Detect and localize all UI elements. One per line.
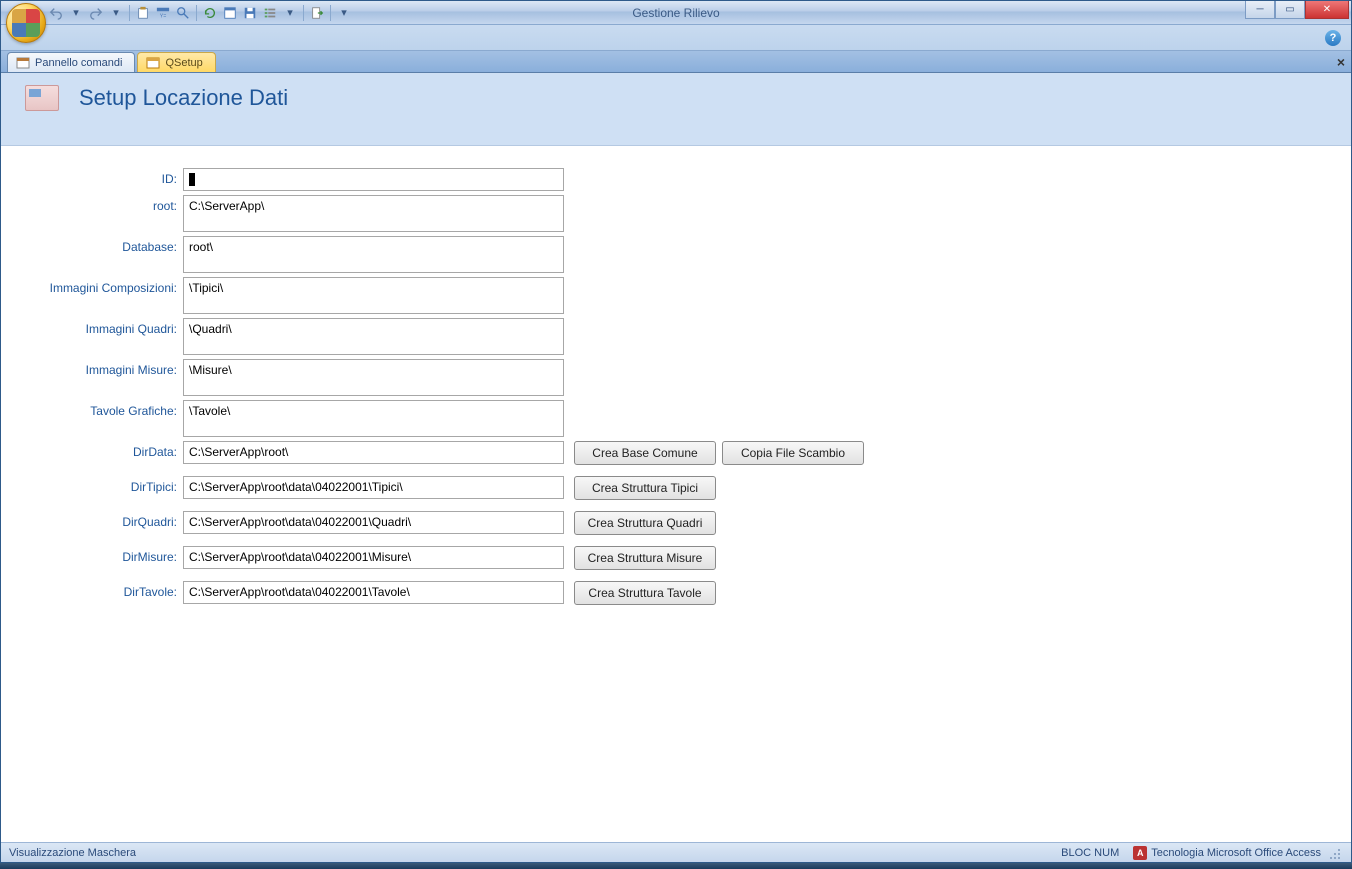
- list-icon[interactable]: [261, 4, 279, 22]
- crea-struttura-misure-button[interactable]: Crea Struttura Misure: [574, 546, 716, 570]
- separator: [330, 5, 331, 21]
- dirmisure-field[interactable]: C:\ServerApp\root\data\04022001\Misure\: [183, 546, 564, 569]
- crea-struttura-quadri-button[interactable]: Crea Struttura Quadri: [574, 511, 716, 535]
- status-technology: A Tecnologia Microsoft Office Access: [1133, 846, 1321, 860]
- status-bloc-num: BLOC NUM: [1061, 847, 1119, 859]
- crea-struttura-tavole-button[interactable]: Crea Struttura Tavole: [574, 581, 716, 605]
- maximize-button[interactable]: ▭: [1275, 1, 1305, 19]
- close-tab-icon[interactable]: ×: [1337, 54, 1345, 70]
- customize-qat-icon[interactable]: ▾: [335, 4, 353, 22]
- immagini-composizioni-field[interactable]: \Tipici\: [183, 277, 564, 314]
- separator: [196, 5, 197, 21]
- export-icon[interactable]: [308, 4, 326, 22]
- text-cursor: [189, 173, 195, 186]
- help-icon[interactable]: ?: [1325, 30, 1341, 46]
- form-icon: [16, 56, 30, 70]
- ribbon-area: ?: [1, 25, 1351, 51]
- label-immagini-quadri: Immagini Quadri:: [1, 318, 183, 337]
- dirtavole-field[interactable]: C:\ServerApp\root\data\04022001\Tavole\: [183, 581, 564, 604]
- dirquadri-field[interactable]: C:\ServerApp\root\data\04022001\Quadri\: [183, 511, 564, 534]
- refresh-icon[interactable]: [201, 4, 219, 22]
- immagini-misure-field[interactable]: \Misure\: [183, 359, 564, 396]
- find-icon[interactable]: [174, 4, 192, 22]
- resize-grip-icon[interactable]: [1329, 846, 1343, 860]
- tab-label: QSetup: [165, 57, 202, 69]
- svg-text:Y=: Y=: [160, 13, 167, 19]
- titlebar: ▾ ▾ Y= ▾ ▾ Gestione Rilievo ─ ▭ ✕: [1, 1, 1351, 25]
- app-window: ▾ ▾ Y= ▾ ▾ Gestione Rilievo ─ ▭ ✕ ?: [0, 0, 1352, 863]
- label-immagini-composizioni: Immagini Composizioni:: [1, 277, 183, 296]
- close-button[interactable]: ✕: [1305, 1, 1349, 19]
- label-tavole-grafiche: Tavole Grafiche:: [1, 400, 183, 419]
- office-button[interactable]: [6, 3, 46, 43]
- save-icon[interactable]: [241, 4, 259, 22]
- dropdown-icon[interactable]: ▾: [281, 4, 299, 22]
- form-header: Setup Locazione Dati: [1, 73, 1351, 146]
- dropdown-icon[interactable]: ▾: [107, 4, 125, 22]
- window-title: Gestione Rilievo: [632, 6, 719, 20]
- root-field[interactable]: C:\ServerApp\: [183, 195, 564, 232]
- tab-pannello-comandi[interactable]: Pannello comandi: [7, 52, 135, 72]
- label-id: ID:: [1, 168, 183, 187]
- label-root: root:: [1, 195, 183, 214]
- label-dirtavole: DirTavole:: [1, 581, 183, 600]
- document-tabstrip: Pannello comandi QSetup ×: [1, 51, 1351, 73]
- label-dirdata: DirData:: [1, 441, 183, 460]
- id-field[interactable]: [183, 168, 564, 191]
- dirtipici-field[interactable]: C:\ServerApp\root\data\04022001\Tipici\: [183, 476, 564, 499]
- separator: [303, 5, 304, 21]
- label-database: Database:: [1, 236, 183, 255]
- form-header-icon: [25, 85, 59, 111]
- window-controls: ─ ▭ ✕: [1245, 1, 1349, 19]
- tab-label: Pannello comandi: [35, 57, 122, 69]
- crea-struttura-tipici-button[interactable]: Crea Struttura Tipici: [574, 476, 716, 500]
- statusbar: Visualizzazione Maschera BLOC NUM A Tecn…: [1, 842, 1351, 862]
- tavole-grafiche-field[interactable]: \Tavole\: [183, 400, 564, 437]
- dropdown-icon[interactable]: ▾: [67, 4, 85, 22]
- undo-icon[interactable]: [47, 4, 65, 22]
- form-icon: [146, 56, 160, 70]
- tab-qsetup[interactable]: QSetup: [137, 52, 215, 72]
- copia-file-scambio-button[interactable]: Copia File Scambio: [722, 441, 864, 465]
- separator: [129, 5, 130, 21]
- database-field[interactable]: root\: [183, 236, 564, 273]
- form-body: ID: root: C:\ServerApp\ Database: root\ …: [1, 146, 1351, 842]
- minimize-button[interactable]: ─: [1245, 1, 1275, 19]
- status-view-mode: Visualizzazione Maschera: [9, 847, 136, 859]
- label-immagini-misure: Immagini Misure:: [1, 359, 183, 378]
- label-dirtipici: DirTipici:: [1, 476, 183, 495]
- crea-base-comune-button[interactable]: Crea Base Comune: [574, 441, 716, 465]
- dirdata-field[interactable]: C:\ServerApp\root\: [183, 441, 564, 464]
- taskbar: [0, 863, 1352, 869]
- form-icon[interactable]: [221, 4, 239, 22]
- label-dirquadri: DirQuadri:: [1, 511, 183, 530]
- access-icon: A: [1133, 846, 1147, 860]
- status-technology-label: Tecnologia Microsoft Office Access: [1151, 847, 1321, 859]
- filter-toggle-icon[interactable]: Y=: [154, 4, 172, 22]
- redo-icon[interactable]: [87, 4, 105, 22]
- immagini-quadri-field[interactable]: \Quadri\: [183, 318, 564, 355]
- office-logo-icon: [12, 9, 40, 37]
- label-dirmisure: DirMisure:: [1, 546, 183, 565]
- quick-access-toolbar: ▾ ▾ Y= ▾ ▾: [47, 1, 353, 24]
- page-title: Setup Locazione Dati: [79, 85, 288, 111]
- paste-icon[interactable]: [134, 4, 152, 22]
